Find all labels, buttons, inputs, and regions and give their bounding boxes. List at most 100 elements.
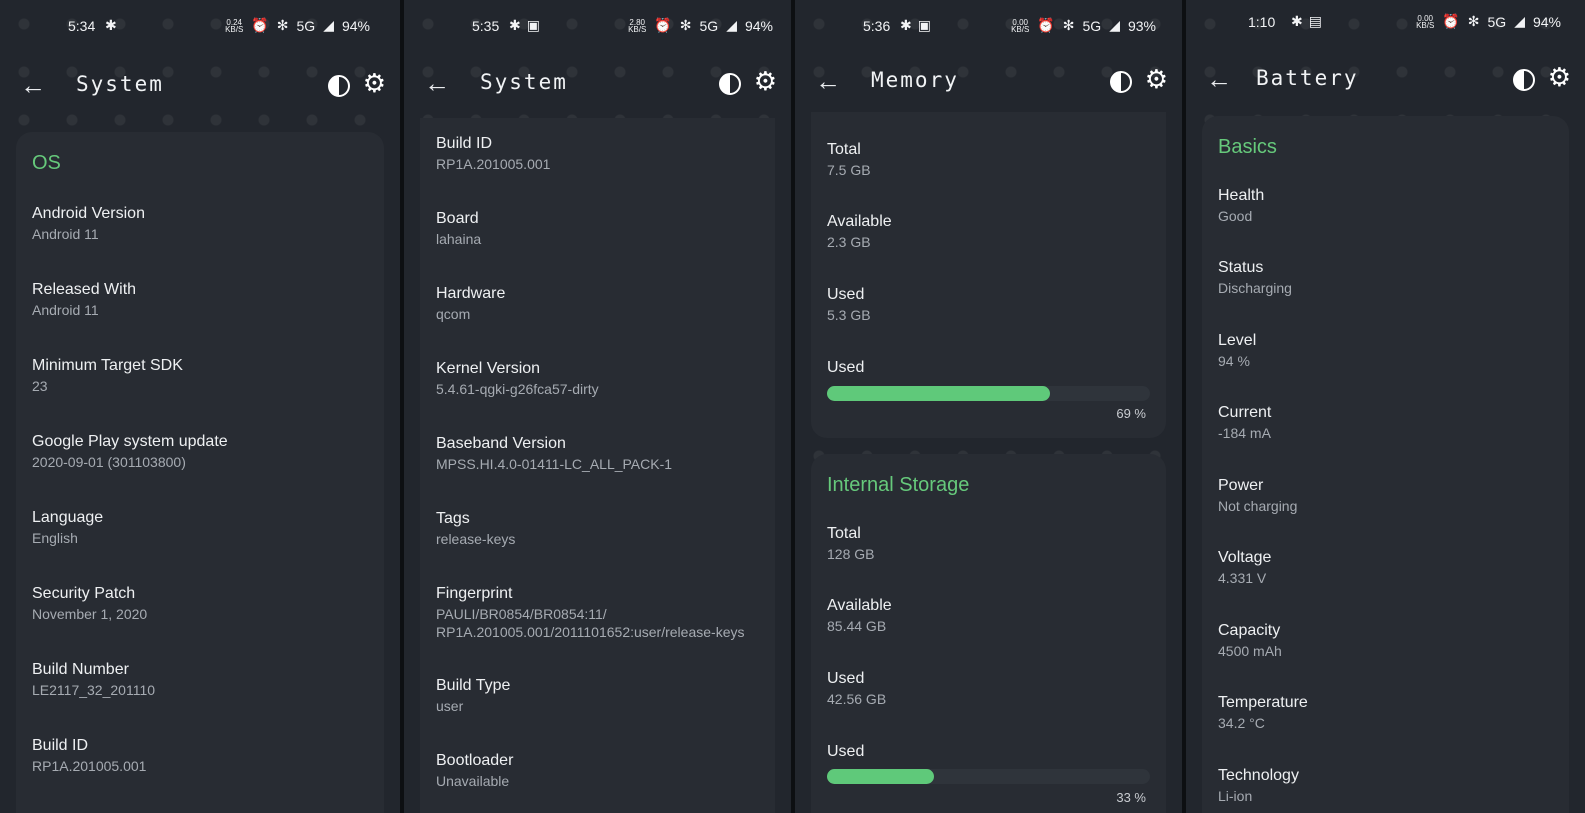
status-time: 5:35 <box>472 18 500 34</box>
app-bar: ← System ⚙ <box>0 62 400 110</box>
storage-progress-fill <box>827 769 934 784</box>
section-title: Internal Storage <box>827 474 970 496</box>
list-item[interactable]: Temperature 34.2 °C <box>1218 693 1553 732</box>
list-item[interactable]: Language English <box>32 508 368 547</box>
page-title: Memory <box>871 68 959 92</box>
list-item[interactable]: Health Good <box>1218 186 1553 225</box>
gear-icon[interactable]: ⚙ <box>1145 64 1168 95</box>
list-item[interactable]: Google Play system update 2020-09-01 (301… <box>32 432 368 471</box>
screen-memory: 5:36 ✱▣ 0.00 KB/S ⏰ ✻ 5G ◢ 93% ← Memory ⚙… <box>795 0 1182 813</box>
page-title: System <box>76 72 164 96</box>
arrow-left-icon[interactable]: ← <box>815 66 841 97</box>
status-bar: 1:10 ✱▤ 0.00 KB/S ⏰ ✻ 5G ◢ 94% <box>1186 10 1585 34</box>
network-type: 5G <box>296 17 316 34</box>
app-bar: ← System ⚙ <box>404 60 791 108</box>
list-item[interactable]: Kernel Version 5.4.61-qgki-g26fca57-dirty <box>436 359 759 398</box>
network-speed: 0.00 KB/S <box>1416 13 1435 30</box>
app-bar: ← Memory ⚙ <box>795 58 1182 106</box>
list-item[interactable]: Technology Li-ion <box>1218 766 1553 805</box>
os-card: OS Android Version Android 11 Released Wi… <box>16 132 384 813</box>
list-item[interactable]: Fingerprint PAULI/BR0854/BR0854:11/RP1A.2… <box>436 584 759 641</box>
list-item[interactable]: Used 42.56 GB <box>827 669 1150 708</box>
arrow-left-icon[interactable]: ← <box>424 68 450 99</box>
section-title: Basics <box>1218 136 1277 158</box>
arrow-left-icon[interactable]: ← <box>20 70 46 101</box>
screen-system-os: 5:34 ✱ 0.24 KB/S ⏰ ✻ 5G ◢ 94% ← System ⚙ … <box>0 0 400 813</box>
notification-icon: ✱▣ <box>900 17 937 33</box>
storage-progress-bar <box>827 769 1150 784</box>
alarm-icon: ⏰ <box>654 17 672 33</box>
bluetooth-icon: ✻ <box>679 17 692 33</box>
battery-level: 94% <box>1532 13 1561 30</box>
network-speed: 0.24 KB/S <box>225 17 244 34</box>
list-item[interactable]: Minimum Target SDK 23 <box>32 356 368 395</box>
list-item[interactable]: Build Number LE2117_32_201110 <box>32 660 368 699</box>
battery-level: 93% <box>1127 17 1156 34</box>
battery-card: Basics Health Good Status Discharging Leve… <box>1202 116 1569 813</box>
memory-used-label: Used <box>827 359 865 376</box>
notification-icon: ✱▤ <box>1291 13 1328 29</box>
signal-icon: ◢ <box>1109 17 1120 33</box>
list-item[interactable]: Build ID RP1A.201005.001 <box>436 134 759 173</box>
list-item[interactable]: Total 7.5 GB <box>827 140 1150 179</box>
network-type: 5G <box>1082 17 1102 34</box>
app-bar: ← Battery ⚙ <box>1186 56 1585 104</box>
list-item[interactable]: Released With Android 11 <box>32 280 368 319</box>
list-item[interactable]: Bootloader Unavailable <box>436 751 759 790</box>
gear-icon[interactable]: ⚙ <box>363 68 386 99</box>
list-item[interactable]: Security Patch November 1, 2020 <box>32 584 368 623</box>
status-time: 5:36 <box>863 18 891 34</box>
list-item[interactable]: Board lahaina <box>436 209 759 248</box>
list-item[interactable]: Android Version Android 11 <box>32 204 368 243</box>
alarm-icon: ⏰ <box>1442 13 1460 29</box>
list-item[interactable]: Current -184 mA <box>1218 403 1553 442</box>
list-item[interactable]: Tags release-keys <box>436 509 759 548</box>
alarm-icon: ⏰ <box>1037 17 1055 33</box>
contrast-icon[interactable] <box>719 73 741 95</box>
list-item[interactable]: Voltage 4.331 V <box>1218 548 1553 587</box>
bluetooth-icon: ✻ <box>276 17 289 33</box>
bluetooth-icon: ✻ <box>1062 17 1075 33</box>
list-item[interactable]: Available 85.44 GB <box>827 596 1150 635</box>
storage-card: Internal Storage Total 128 GB Available 85… <box>811 454 1166 813</box>
contrast-icon[interactable] <box>1110 71 1132 93</box>
list-item[interactable]: Total 128 GB <box>827 524 1150 563</box>
gear-icon[interactable]: ⚙ <box>754 66 777 97</box>
page-title: Battery <box>1256 66 1359 90</box>
list-item[interactable]: Available 2.3 GB <box>827 212 1150 251</box>
list-item[interactable]: Power Not charging <box>1218 476 1553 515</box>
signal-icon: ◢ <box>323 17 334 33</box>
build-card: Build ID RP1A.201005.001 Board lahaina Har… <box>420 118 775 813</box>
list-item[interactable]: Status Discharging <box>1218 258 1553 297</box>
list-item[interactable]: Capacity 4500 mAh <box>1218 621 1553 660</box>
battery-level: 94% <box>341 17 370 34</box>
status-bar: 5:35 ✱▣ 2.80 KB/S ⏰ ✻ 5G ◢ 94% <box>404 14 791 38</box>
list-item[interactable]: Level 94 % <box>1218 331 1553 370</box>
status-time: 1:10 <box>1248 14 1276 30</box>
network-speed: 2.80 KB/S <box>628 17 647 34</box>
gear-icon[interactable]: ⚙ <box>1548 62 1571 93</box>
list-item[interactable]: Used 5.3 GB <box>827 285 1150 324</box>
memory-used-percent: 69 % <box>1116 406 1146 421</box>
contrast-icon[interactable] <box>1513 69 1535 91</box>
network-type: 5G <box>699 17 719 34</box>
screen-battery: 1:10 ✱▤ 0.00 KB/S ⏰ ✻ 5G ◢ 94% ← Battery … <box>1186 0 1585 813</box>
page-title: System <box>480 70 568 94</box>
list-item[interactable]: Hardware qcom <box>436 284 759 323</box>
status-bar: 5:36 ✱▣ 0.00 KB/S ⏰ ✻ 5G ◢ 93% <box>795 14 1182 38</box>
list-item[interactable]: Build Type user <box>436 676 759 715</box>
memory-card: Total 7.5 GB Available 2.3 GB Used 5.3 GB U… <box>811 112 1166 438</box>
memory-progress-fill <box>827 386 1050 401</box>
alarm-icon: ⏰ <box>251 17 269 33</box>
network-type: 5G <box>1487 13 1507 30</box>
storage-used-label: Used <box>827 743 865 760</box>
list-item[interactable]: Build ID RP1A.201005.001 <box>32 736 368 775</box>
contrast-icon[interactable] <box>328 75 350 97</box>
storage-used-percent: 33 % <box>1116 790 1146 805</box>
list-item[interactable]: Baseband Version MPSS.HI.4.0-01411-LC_ALL… <box>436 434 759 473</box>
status-time: 5:34 <box>68 18 96 34</box>
arrow-left-icon[interactable]: ← <box>1206 64 1232 95</box>
notification-icon: ✱▣ <box>509 17 546 33</box>
section-title: OS <box>32 152 61 174</box>
status-bar: 5:34 ✱ 0.24 KB/S ⏰ ✻ 5G ◢ 94% <box>0 14 400 38</box>
